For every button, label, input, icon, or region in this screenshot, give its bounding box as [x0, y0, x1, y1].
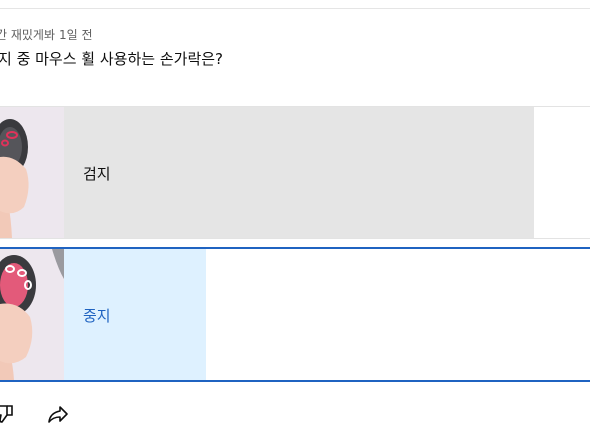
poll-option-index[interactable]: 검지: [0, 106, 590, 239]
option-image: [0, 249, 64, 380]
post-meta: 간 재밌게봐 1일 전: [0, 26, 93, 43]
post-actions: [0, 400, 200, 430]
divider: [0, 8, 590, 9]
option-label: 검지: [83, 165, 111, 183]
option-result-bar: [64, 107, 534, 238]
thumbs-down-icon[interactable]: [0, 402, 16, 430]
share-icon[interactable]: [46, 402, 70, 430]
author-name[interactable]: 간 재밌게봐: [0, 28, 55, 42]
poll-question: 지 중 마우스 휠 사용하는 손가락은?: [0, 50, 224, 68]
post-time[interactable]: 1일 전: [59, 28, 93, 42]
poll-option-middle[interactable]: 중지: [0, 247, 590, 382]
option-label: 중지: [83, 307, 111, 325]
community-post: 간 재밌게봐 1일 전 지 중 마우스 휠 사용하는 손가락은? 검지 중지: [0, 0, 590, 442]
option-image: [0, 107, 65, 238]
